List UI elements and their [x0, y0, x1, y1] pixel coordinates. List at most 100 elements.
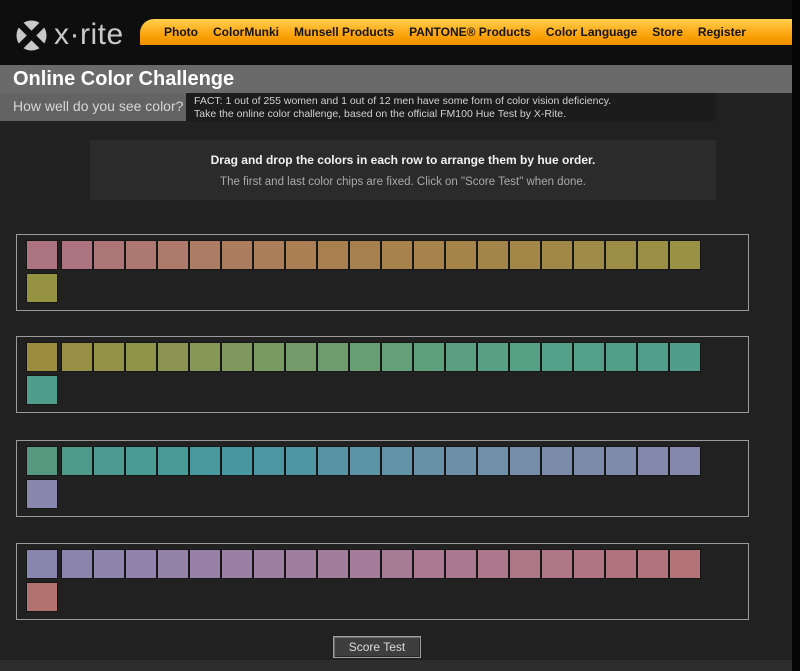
color-chip[interactable] [349, 446, 381, 476]
color-chip[interactable] [189, 342, 221, 372]
color-chip[interactable] [541, 549, 573, 579]
color-chip[interactable] [669, 342, 701, 372]
nav-item-store[interactable]: Store [652, 25, 683, 39]
color-chip[interactable] [221, 342, 253, 372]
color-chip[interactable] [285, 446, 317, 476]
color-chip[interactable] [381, 240, 413, 270]
color-chip[interactable] [381, 549, 413, 579]
color-chip[interactable] [253, 240, 285, 270]
color-chip[interactable] [637, 549, 669, 579]
color-chip[interactable] [189, 549, 221, 579]
color-chip[interactable] [157, 240, 189, 270]
color-chip[interactable] [125, 240, 157, 270]
color-chip[interactable] [509, 446, 541, 476]
color-chip[interactable] [93, 240, 125, 270]
color-chip[interactable] [317, 240, 349, 270]
color-chip[interactable] [637, 240, 669, 270]
fact-line-1: FACT: 1 out of 255 women and 1 out of 12… [194, 95, 716, 108]
color-chip[interactable] [221, 240, 253, 270]
color-chip[interactable] [317, 446, 349, 476]
color-chip[interactable] [669, 549, 701, 579]
color-chip[interactable] [221, 549, 253, 579]
color-chip[interactable] [125, 342, 157, 372]
color-chip[interactable] [93, 549, 125, 579]
fixed-color-chip [26, 240, 58, 270]
xrite-logo[interactable]: x·rite [16, 19, 124, 51]
instruction-main: Drag and drop the colors in each row to … [90, 153, 716, 167]
color-chip[interactable] [477, 549, 509, 579]
fixed-color-chip [26, 446, 58, 476]
color-chip[interactable] [573, 240, 605, 270]
color-chip[interactable] [477, 342, 509, 372]
fixed-color-chip [26, 342, 58, 372]
nav-item-colormunki[interactable]: ColorMunki [213, 25, 279, 39]
color-chip[interactable] [445, 446, 477, 476]
color-chip[interactable] [285, 240, 317, 270]
color-chip[interactable] [189, 446, 221, 476]
color-chip[interactable] [61, 549, 93, 579]
color-chip[interactable] [605, 240, 637, 270]
nav-item-munsell-products[interactable]: Munsell Products [294, 25, 394, 39]
color-chip[interactable] [317, 549, 349, 579]
chip-line [26, 240, 748, 270]
color-chip[interactable] [573, 549, 605, 579]
fixed-color-chip [26, 375, 58, 405]
color-chip[interactable] [413, 342, 445, 372]
color-chip[interactable] [189, 240, 221, 270]
fact-line-2: Take the online color challenge, based o… [194, 108, 716, 121]
color-chip[interactable] [413, 240, 445, 270]
color-chip[interactable] [285, 342, 317, 372]
nav-item-photo[interactable]: Photo [164, 25, 198, 39]
color-chip[interactable] [317, 342, 349, 372]
color-chip[interactable] [669, 446, 701, 476]
color-chip[interactable] [253, 446, 285, 476]
color-chip[interactable] [605, 342, 637, 372]
color-chip[interactable] [93, 446, 125, 476]
color-chip[interactable] [349, 342, 381, 372]
color-chip[interactable] [573, 342, 605, 372]
nav-item-pantone-products[interactable]: PANTONE® Products [409, 25, 531, 39]
color-chip[interactable] [541, 446, 573, 476]
color-chip[interactable] [509, 549, 541, 579]
nav-item-color-language[interactable]: Color Language [546, 25, 637, 39]
color-chip[interactable] [157, 342, 189, 372]
color-chip[interactable] [445, 549, 477, 579]
color-chip[interactable] [413, 549, 445, 579]
color-chip[interactable] [125, 446, 157, 476]
color-chip[interactable] [253, 549, 285, 579]
color-chip[interactable] [61, 342, 93, 372]
color-chip[interactable] [541, 240, 573, 270]
color-chip[interactable] [93, 342, 125, 372]
color-chip[interactable] [381, 342, 413, 372]
chip-line [26, 342, 748, 372]
color-chip[interactable] [445, 240, 477, 270]
color-chip[interactable] [605, 549, 637, 579]
color-chip[interactable] [157, 549, 189, 579]
color-chip[interactable] [477, 240, 509, 270]
color-chip[interactable] [349, 549, 381, 579]
color-chip[interactable] [605, 446, 637, 476]
color-chip[interactable] [669, 240, 701, 270]
color-chip[interactable] [509, 342, 541, 372]
color-chip[interactable] [573, 446, 605, 476]
color-chip[interactable] [413, 446, 445, 476]
fixed-color-chip [26, 549, 58, 579]
color-chip[interactable] [61, 240, 93, 270]
color-chip[interactable] [285, 549, 317, 579]
color-chip[interactable] [253, 342, 285, 372]
nav-item-register[interactable]: Register [698, 25, 746, 39]
color-chip[interactable] [381, 446, 413, 476]
color-chip[interactable] [477, 446, 509, 476]
color-chip[interactable] [221, 446, 253, 476]
color-chip[interactable] [541, 342, 573, 372]
color-chip[interactable] [349, 240, 381, 270]
color-chip[interactable] [509, 240, 541, 270]
color-chip[interactable] [157, 446, 189, 476]
color-chip[interactable] [61, 446, 93, 476]
color-chip[interactable] [125, 549, 157, 579]
color-chip[interactable] [637, 446, 669, 476]
score-test-button[interactable]: Score Test [333, 636, 421, 658]
fixed-color-chip [26, 582, 58, 612]
color-chip[interactable] [637, 342, 669, 372]
color-chip[interactable] [445, 342, 477, 372]
